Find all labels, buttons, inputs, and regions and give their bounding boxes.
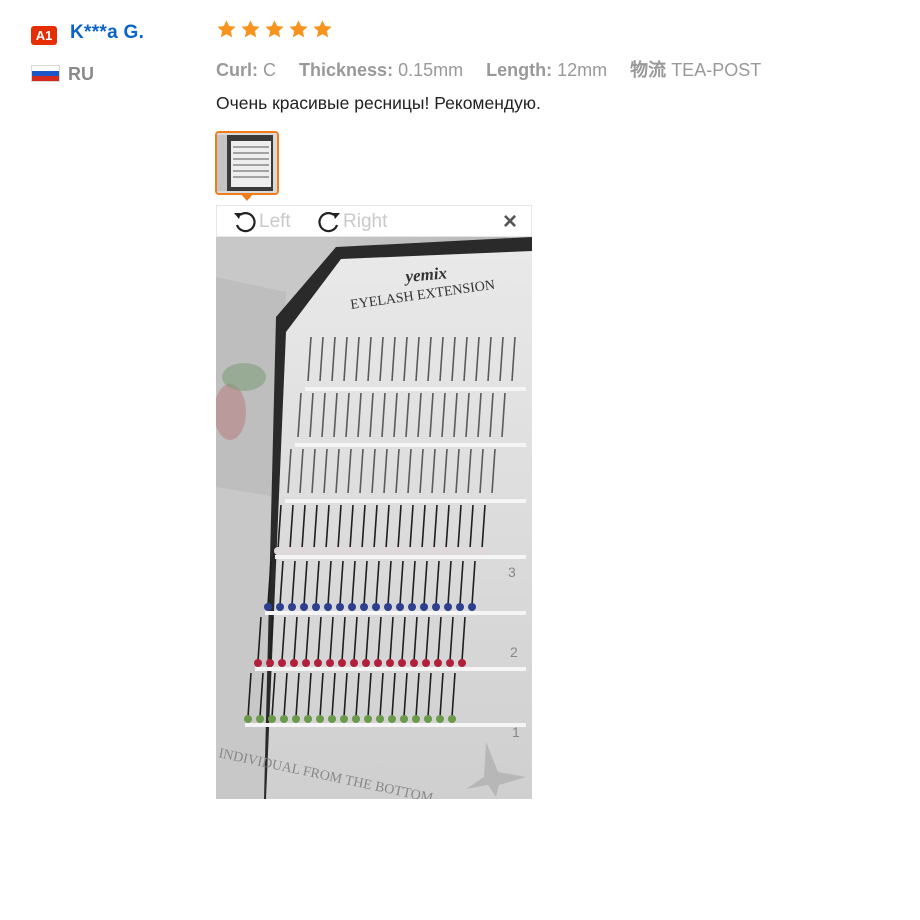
review-photo-thumbnail[interactable]	[215, 131, 279, 195]
attr-length-key: Length:	[486, 60, 553, 80]
thumbnail-selected-arrow	[240, 193, 254, 201]
attr-curl-value: C	[263, 60, 277, 80]
star-icon	[217, 20, 236, 38]
thumbnail-image	[217, 133, 277, 193]
rotate-right-button[interactable]: Right	[315, 208, 387, 236]
reviewer-name[interactable]: K***a G.	[70, 22, 144, 44]
photo-viewer-toolbar: Left Right ×	[216, 205, 532, 237]
country-code: RU	[68, 64, 94, 84]
sku-attributes: Curl: C Thickness: 0.15mm Length: 12mm 物…	[216, 56, 779, 82]
row-number-1: 1	[512, 724, 520, 740]
attr-thickness-value: 0.15mm	[398, 60, 464, 80]
review-text: Очень красивые ресницы! Рекомендую.	[216, 93, 541, 113]
eyelash-tray-photo: yemix EYELASH EXTENSION 3 2 1 INDIVIDUAL…	[216, 237, 532, 799]
attr-shipping-value: TEA-POST	[671, 60, 762, 80]
attr-curl-key: Curl:	[216, 60, 258, 80]
attr-shipping-key: 物流	[630, 60, 667, 80]
star-rating	[216, 19, 333, 40]
star-icon	[289, 20, 308, 38]
attr-thickness-key: Thickness:	[299, 60, 394, 80]
rotate-left-label: Left	[259, 211, 291, 232]
row-number-3: 3	[508, 564, 516, 580]
rotate-right-icon	[318, 212, 340, 233]
rotate-left-icon	[234, 212, 256, 233]
star-icon	[313, 20, 332, 38]
buyer-level-badge: A1	[31, 26, 57, 45]
row-number-2: 2	[510, 644, 518, 660]
rotate-right-label: Right	[343, 211, 388, 232]
review-photo-large[interactable]: yemix EYELASH EXTENSION 3 2 1 INDIVIDUAL…	[216, 237, 532, 799]
star-icon	[265, 20, 284, 38]
star-icon	[241, 20, 260, 38]
brand-logo-text: yemix	[403, 263, 449, 286]
close-viewer-button[interactable]: ×	[503, 209, 517, 235]
rotate-left-button[interactable]: Left	[231, 208, 291, 236]
attr-length-value: 12mm	[557, 60, 608, 80]
russia-flag-icon	[31, 65, 60, 82]
